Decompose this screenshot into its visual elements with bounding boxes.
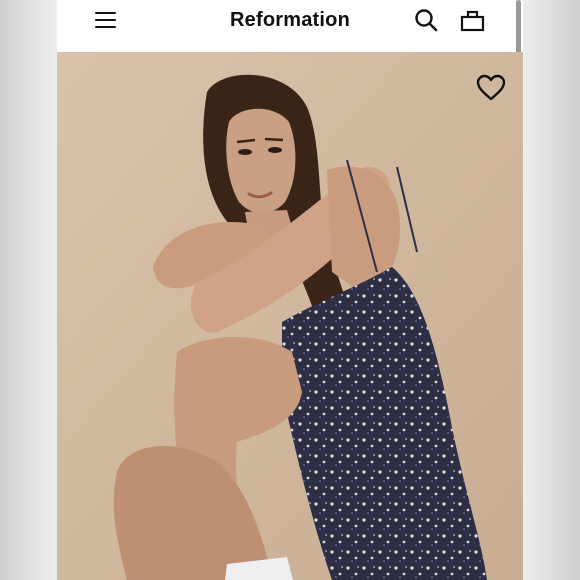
outer-right-margin [523,0,580,580]
shopping-bag-button[interactable] [459,8,487,36]
heart-icon [476,74,506,101]
model-photo [57,52,523,580]
favorite-button[interactable] [474,71,508,105]
brand-title[interactable]: Reformation [57,8,523,32]
search-button[interactable] [413,8,441,36]
search-icon [415,9,438,32]
product-image[interactable] [57,52,523,580]
top-header: Reformation [57,0,523,92]
outer-left-margin [0,0,57,580]
bag-icon [460,10,485,32]
phone-screen: Reformation [57,0,523,580]
